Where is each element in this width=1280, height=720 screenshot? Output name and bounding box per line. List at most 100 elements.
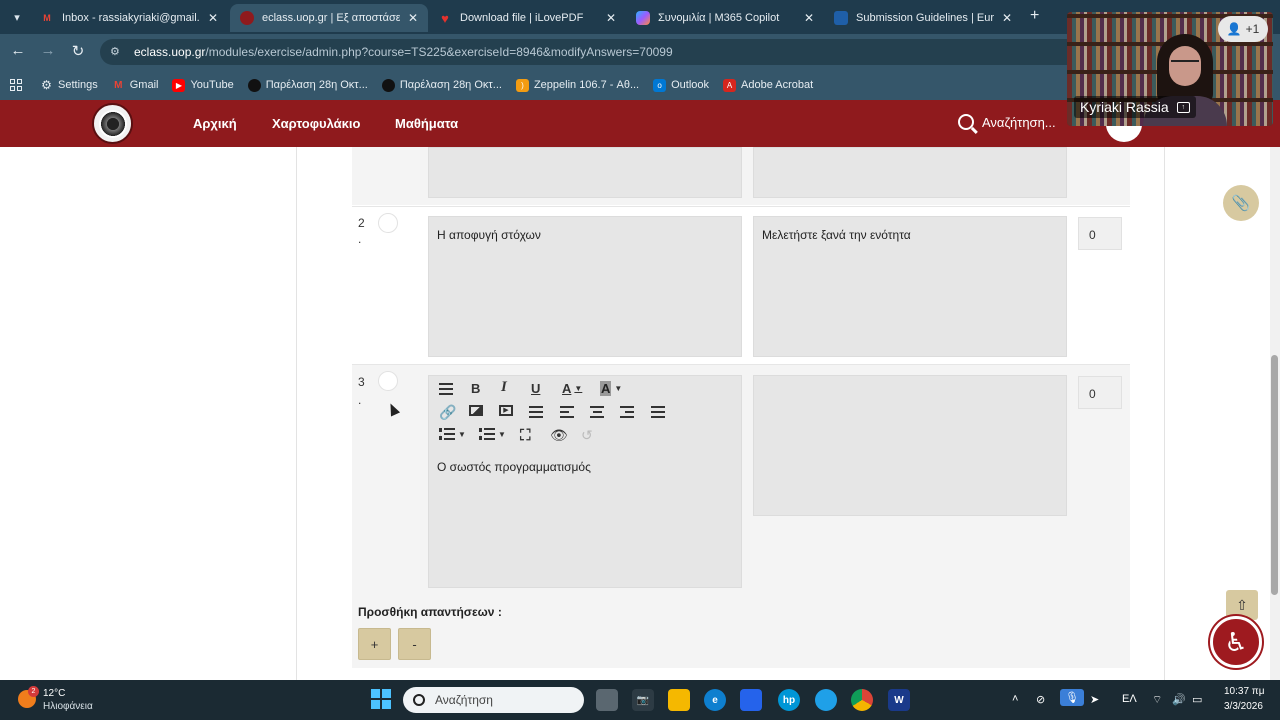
apps-grid-icon[interactable]: [10, 79, 22, 91]
history-icon[interactable]: ↺: [581, 427, 593, 444]
person-icon: 👤: [1226, 22, 1242, 36]
link-icon[interactable]: 🔗: [439, 404, 456, 421]
bookmark-settings[interactable]: ⚙ Settings: [40, 78, 98, 92]
close-tab-icon[interactable]: ✕: [208, 11, 218, 25]
task-view-icon[interactable]: [596, 689, 618, 711]
taskbar-search[interactable]: Αναζήτηση: [403, 687, 584, 713]
tab-copilot[interactable]: Συνομιλία | M365 Copilot ✕: [626, 4, 824, 32]
bold-icon[interactable]: B: [471, 381, 480, 396]
gear-icon: ⚙: [41, 78, 52, 92]
bookmark-label: Gmail: [129, 79, 159, 91]
underline-icon[interactable]: U: [531, 381, 540, 396]
answer-editor[interactable]: Η αποφυγή στόχων: [428, 216, 742, 357]
tab-search-chevron-icon[interactable]: ▾: [6, 6, 28, 28]
microsoft-store-icon[interactable]: [740, 689, 762, 711]
tab-eclass[interactable]: eclass.uop.gr | Εξ αποστάσεως ✕: [230, 4, 428, 32]
participant-name: Kyriaki Rassia: [1080, 99, 1169, 115]
comment-editor[interactable]: Μελετήστε ξανά την ενότητα: [753, 216, 1067, 357]
font-color-icon[interactable]: A ▼: [562, 381, 582, 396]
comment-editor[interactable]: [753, 147, 1067, 198]
rss-icon: ): [515, 78, 529, 92]
close-tab-icon[interactable]: ✕: [1002, 11, 1012, 25]
new-tab-plus-icon[interactable]: +: [1030, 7, 1039, 25]
highlight-color-icon[interactable]: A ▼: [600, 381, 622, 396]
bookmark-outlook[interactable]: o Outlook: [653, 78, 709, 92]
language-indicator[interactable]: ΕΛ: [1122, 693, 1137, 705]
gmail-icon: M: [114, 79, 123, 91]
left-sidebar: [0, 147, 297, 680]
edge-icon[interactable]: e: [704, 689, 726, 711]
tab-submission-guidelines[interactable]: Submission Guidelines | Europe ✕: [824, 4, 1022, 32]
tab-ilovepdf[interactable]: ♥ Download file | iLovePDF ✕: [428, 4, 626, 32]
weight-input[interactable]: 0: [1078, 217, 1122, 250]
close-tab-icon[interactable]: ✕: [408, 11, 418, 25]
accessibility-icon[interactable]: ♿: [1210, 616, 1262, 668]
answer-number: 2: [358, 216, 365, 230]
bookmark-youtube[interactable]: ▶ YouTube: [172, 78, 234, 92]
answer-editor[interactable]: [428, 147, 742, 198]
nav-courses[interactable]: Μαθήματα: [395, 116, 458, 131]
university-logo[interactable]: [92, 103, 133, 144]
reload-icon[interactable]: ↻: [68, 42, 88, 60]
align-center-icon[interactable]: [590, 406, 604, 418]
comment-editor[interactable]: [753, 375, 1067, 516]
scrollbar-thumb[interactable]: [1271, 355, 1278, 595]
align-justify-icon[interactable]: [651, 406, 665, 418]
align-right-icon[interactable]: [620, 406, 634, 418]
address-bar[interactable]: ⚙ eclass.uop.gr /modules/exercise/admin.…: [100, 39, 1080, 65]
numbered-list-icon[interactable]: ▼: [479, 428, 506, 440]
weight-input[interactable]: 0: [1078, 376, 1122, 409]
bookmark-gmail[interactable]: M Gmail: [112, 79, 159, 92]
header-search[interactable]: Αναζήτηση...: [958, 114, 1056, 130]
tab-gmail[interactable]: M Inbox - rassiakyriaki@gmail.com ✕: [30, 4, 228, 32]
paperclip-icon[interactable]: 📎: [1223, 185, 1259, 221]
bookmark-parelasi-1[interactable]: Παρέλαση 28η Οκτ...: [247, 78, 368, 92]
add-answer-button[interactable]: +: [358, 628, 391, 660]
bookmark-zeppelin[interactable]: ) Zeppelin 106.7 - Αθ...: [515, 78, 639, 92]
remove-answer-button[interactable]: -: [398, 628, 431, 660]
bookmark-adobe-acrobat[interactable]: A Adobe Acrobat: [723, 78, 813, 92]
copilot-icon: [636, 11, 650, 25]
format-menu-icon[interactable]: [439, 383, 453, 395]
microphone-icon[interactable]: 🎙: [1060, 689, 1084, 706]
tab-title: Συνομιλία | M365 Copilot: [658, 12, 780, 24]
hp-icon[interactable]: hp: [778, 689, 800, 711]
muted-icon[interactable]: ⊘: [1036, 693, 1045, 706]
share-screen-icon: ↑: [1176, 101, 1190, 113]
webex-icon[interactable]: W: [888, 689, 910, 711]
close-tab-icon[interactable]: ✕: [804, 11, 814, 25]
back-arrow-icon[interactable]: ←: [8, 42, 28, 59]
app-icon[interactable]: [815, 689, 837, 711]
preview-eye-icon[interactable]: 👁: [550, 427, 568, 444]
tab-title: Submission Guidelines | Europe: [856, 12, 994, 24]
align-left-icon[interactable]: [529, 406, 543, 418]
bookmark-parelasi-2[interactable]: Παρέλαση 28η Οκτ...: [381, 78, 502, 92]
nav-home[interactable]: Αρχική: [193, 116, 237, 131]
forward-arrow-icon[interactable]: →: [38, 42, 58, 59]
tab-title: Download file | iLovePDF: [460, 12, 584, 24]
clock-date[interactable]: 3/3/2026: [1224, 701, 1263, 712]
site-info-icon[interactable]: ⚙: [110, 45, 124, 59]
clock-time[interactable]: 10:37 πμ: [1224, 686, 1264, 697]
windows-start-icon[interactable]: [371, 689, 391, 709]
volume-icon[interactable]: 🔊: [1172, 693, 1186, 706]
media-icon[interactable]: ▶: [499, 405, 513, 416]
align-center-left-icon[interactable]: [560, 406, 574, 418]
fullscreen-icon[interactable]: ⛶: [520, 427, 531, 444]
bullet-list-icon[interactable]: ▼: [439, 428, 466, 440]
correct-answer-radio[interactable]: [378, 213, 398, 233]
battery-icon[interactable]: ▭: [1192, 693, 1202, 706]
correct-answer-radio[interactable]: [378, 371, 398, 391]
show-hidden-icons-chevron[interactable]: ˄: [1012, 693, 1018, 705]
file-explorer-icon[interactable]: [668, 689, 690, 711]
chrome-icon[interactable]: [851, 689, 873, 711]
nav-portfolio[interactable]: Χαρτοφυλάκιο: [272, 116, 360, 131]
camera-app-icon[interactable]: 📷: [632, 689, 654, 711]
image-icon[interactable]: [469, 405, 483, 416]
participant-name-tag: Kyriaki Rassia ↑: [1074, 96, 1196, 118]
participants-badge[interactable]: 👤 +1: [1218, 16, 1268, 42]
italic-icon[interactable]: I: [501, 379, 507, 396]
close-tab-icon[interactable]: ✕: [606, 11, 616, 25]
location-icon[interactable]: ➤: [1090, 693, 1099, 706]
wifi-icon[interactable]: ⌔: [1152, 693, 1162, 707]
